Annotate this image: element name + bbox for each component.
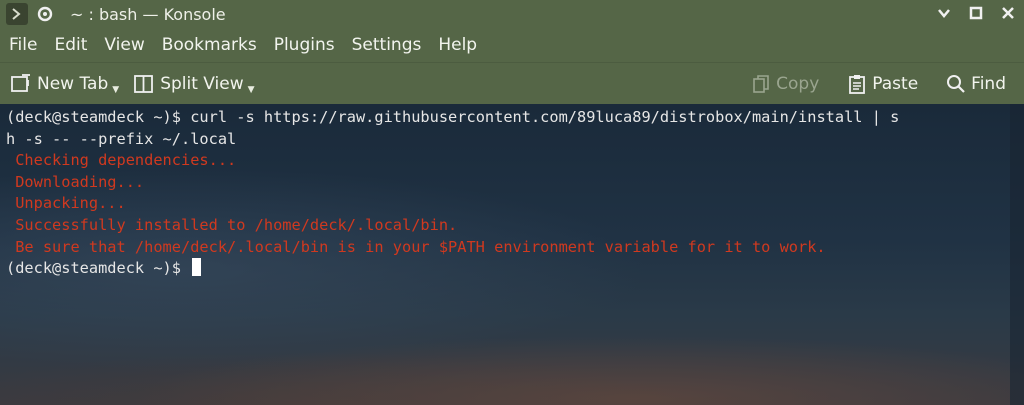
minimize-button[interactable] (934, 3, 954, 23)
menu-settings[interactable]: Settings (352, 35, 422, 55)
menu-edit[interactable]: Edit (54, 35, 87, 55)
copy-icon (753, 74, 769, 93)
paste-label: Paste (872, 73, 919, 94)
find-label: Find (971, 73, 1006, 94)
terminal-command: curl -s https://raw.githubusercontent.co… (180, 108, 900, 126)
new-tab-dropdown-icon[interactable]: ▼ (112, 85, 119, 95)
pin-icon[interactable] (34, 3, 56, 25)
menu-file[interactable]: File (9, 35, 37, 55)
menu-view[interactable]: View (104, 35, 144, 55)
terminal-line: (deck@steamdeck ~)$ curl -s https://raw.… (6, 107, 1004, 129)
konsole-window: ~ : bash — Konsole File Edit View Bookma… (0, 0, 1024, 405)
maximize-icon (969, 6, 983, 20)
close-button[interactable] (998, 3, 1018, 23)
menu-bookmarks[interactable]: Bookmarks (162, 35, 257, 55)
close-icon (1002, 7, 1014, 19)
split-view-label: Split View (160, 73, 244, 94)
menu-plugins[interactable]: Plugins (274, 35, 335, 55)
terminal-line: h -s -- --prefix ~/.local (6, 129, 1004, 151)
copy-label: Copy (776, 73, 820, 94)
terminal-cursor (192, 258, 202, 277)
menu-help[interactable]: Help (438, 35, 477, 55)
paste-button[interactable]: Paste (847, 69, 918, 99)
terminal-output-line: Be sure that /home/deck/.local/bin is in… (6, 237, 826, 256)
copy-button[interactable]: Copy (751, 69, 819, 99)
minimize-icon (938, 9, 950, 18)
terminal-prompt: (deck@steamdeck ~)$ (6, 259, 181, 278)
terminal-line: (deck@steamdeck ~)$ (6, 258, 1004, 280)
find-button[interactable]: Find (946, 69, 1006, 99)
terminal-output-line: Unpacking... (6, 194, 126, 213)
terminal-view[interactable]: (deck@steamdeck ~)$ curl -s https://raw.… (0, 104, 1024, 405)
terminal-output-line: Downloading... (6, 172, 145, 191)
paste-icon (849, 74, 866, 94)
split-view-icon (134, 74, 154, 93)
title-bar: ~ : bash — Konsole (0, 0, 1024, 28)
split-view-dropdown-icon[interactable]: ▼ (248, 85, 255, 95)
maximize-button[interactable] (966, 3, 986, 23)
terminal-output-line: Successfully installed to /home/deck/.lo… (6, 215, 458, 234)
terminal-prompt: (deck@steamdeck ~)$ (6, 108, 181, 126)
terminal-output-line: Checking dependencies... (6, 151, 237, 170)
terminal-scrollbar[interactable] (1010, 104, 1024, 405)
konsole-app-icon[interactable] (6, 3, 28, 25)
new-tab-icon (11, 73, 32, 92)
toolbar: New Tab ▼ Split View ▼ Copy Paste Find (0, 62, 1024, 104)
window-title: ~ : bash — Konsole (70, 4, 226, 24)
new-tab-label: New Tab (37, 73, 109, 94)
new-tab-button[interactable]: New Tab ▼ (10, 69, 119, 99)
search-icon (947, 74, 965, 93)
menu-bar: File Edit View Bookmarks Plugins Setting… (0, 28, 1024, 62)
terminal-command-wrap: h -s -- --prefix ~/.local (6, 129, 237, 148)
split-view-button[interactable]: Split View ▼ (133, 69, 255, 99)
